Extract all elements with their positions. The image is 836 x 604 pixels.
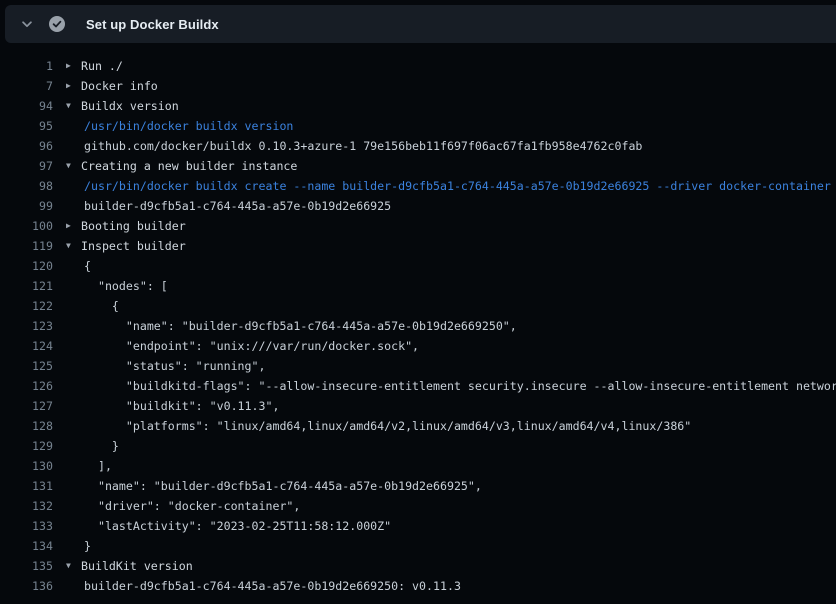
triangle-collapsed-icon[interactable]: ▶ — [66, 56, 71, 76]
log-group-toggle[interactable]: ▶Booting builder — [53, 216, 186, 236]
line-number[interactable]: 100 — [0, 216, 53, 236]
line-number[interactable]: 96 — [0, 136, 53, 156]
log-output-line: "buildkitd-flags": "--allow-insecure-ent… — [53, 376, 836, 396]
line-number[interactable]: 94 — [0, 96, 53, 116]
log-output-line: { — [53, 296, 119, 316]
log-row: 127 "buildkit": "v0.11.3", — [0, 396, 836, 416]
log-row: 124 "endpoint": "unix:///var/run/docker.… — [0, 336, 836, 356]
step-title: Set up Docker Buildx — [86, 17, 219, 32]
line-number[interactable]: 121 — [0, 276, 53, 296]
log-output-line: builder-d9cfb5a1-c764-445a-a57e-0b19d2e6… — [53, 576, 461, 596]
line-number[interactable]: 98 — [0, 176, 53, 196]
triangle-expanded-icon[interactable]: ▼ — [66, 96, 71, 116]
line-number[interactable]: 135 — [0, 556, 53, 576]
log-output-line: "driver": "docker-container", — [53, 496, 300, 516]
log-row: 129 } — [0, 436, 836, 456]
step-header[interactable]: Set up Docker Buildx — [5, 5, 836, 43]
log-row: 134} — [0, 536, 836, 556]
actions-log-viewer: Set up Docker Buildx 1▶Run ./7▶Docker in… — [0, 0, 836, 604]
log-group-toggle[interactable]: ▶Docker info — [53, 76, 158, 96]
triangle-expanded-icon[interactable]: ▼ — [66, 236, 71, 256]
line-number[interactable]: 127 — [0, 396, 53, 416]
log-output-line: "endpoint": "unix:///var/run/docker.sock… — [53, 336, 419, 356]
log-row: 131 "name": "builder-d9cfb5a1-c764-445a-… — [0, 476, 836, 496]
log-group-toggle[interactable]: ▼BuildKit version — [53, 556, 193, 576]
log-output-line: "name": "builder-d9cfb5a1-c764-445a-a57e… — [53, 476, 482, 496]
log-row: 120{ — [0, 256, 836, 276]
log-row: 119▼Inspect builder — [0, 236, 836, 256]
line-number[interactable]: 124 — [0, 336, 53, 356]
line-number[interactable]: 122 — [0, 296, 53, 316]
log-row: 7▶Docker info — [0, 76, 836, 96]
line-number[interactable]: 131 — [0, 476, 53, 496]
log-group-toggle[interactable]: ▼Creating a new builder instance — [53, 156, 297, 176]
log-row: 133 "lastActivity": "2023-02-25T11:58:12… — [0, 516, 836, 536]
triangle-collapsed-icon[interactable]: ▶ — [66, 216, 71, 236]
log-row: 95/usr/bin/docker buildx version — [0, 116, 836, 136]
line-number[interactable]: 119 — [0, 236, 53, 256]
log-row: 1▶Run ./ — [0, 56, 836, 76]
line-number[interactable]: 133 — [0, 516, 53, 536]
line-number[interactable]: 123 — [0, 316, 53, 336]
log-output-line: } — [53, 436, 119, 456]
log-row: 121 "nodes": [ — [0, 276, 836, 296]
line-number[interactable]: 1 — [0, 56, 53, 76]
log-output-line: "status": "running", — [53, 356, 265, 376]
log-row: 96github.com/docker/buildx 0.10.3+azure-… — [0, 136, 836, 156]
log-group-toggle[interactable]: ▼Inspect builder — [53, 236, 186, 256]
log-row: 99builder-d9cfb5a1-c764-445a-a57e-0b19d2… — [0, 196, 836, 216]
line-number[interactable]: 95 — [0, 116, 53, 136]
log-command-line: /usr/bin/docker buildx create --name bui… — [53, 176, 831, 196]
triangle-expanded-icon[interactable]: ▼ — [66, 556, 71, 576]
line-number[interactable]: 136 — [0, 576, 53, 596]
log-output-line: builder-d9cfb5a1-c764-445a-a57e-0b19d2e6… — [53, 196, 391, 216]
line-number[interactable]: 7 — [0, 76, 53, 96]
log-row: 94▼Buildx version — [0, 96, 836, 116]
triangle-collapsed-icon[interactable]: ▶ — [66, 76, 71, 96]
log-group-toggle[interactable]: ▶Run ./ — [53, 56, 123, 76]
log-row: 97▼Creating a new builder instance — [0, 156, 836, 176]
log-row: 128 "platforms": "linux/amd64,linux/amd6… — [0, 416, 836, 436]
log-output-line: "lastActivity": "2023-02-25T11:58:12.000… — [53, 516, 391, 536]
log-row: 126 "buildkitd-flags": "--allow-insecure… — [0, 376, 836, 396]
line-number[interactable]: 128 — [0, 416, 53, 436]
line-number[interactable]: 130 — [0, 456, 53, 476]
log-output-line: { — [53, 256, 91, 276]
line-number[interactable]: 97 — [0, 156, 53, 176]
chevron-down-icon[interactable] — [20, 17, 34, 31]
line-number[interactable]: 126 — [0, 376, 53, 396]
log-output-line: "buildkit": "v0.11.3", — [53, 396, 279, 416]
line-number[interactable]: 132 — [0, 496, 53, 516]
log-output-line: github.com/docker/buildx 0.10.3+azure-1 … — [53, 136, 642, 156]
log-row: 130 ], — [0, 456, 836, 476]
log-row: 122 { — [0, 296, 836, 316]
log-group-toggle[interactable]: ▼Buildx version — [53, 96, 179, 116]
check-circle-icon — [49, 16, 65, 32]
line-number[interactable]: 120 — [0, 256, 53, 276]
log-output-line: } — [53, 536, 91, 556]
log-row: 135▼BuildKit version — [0, 556, 836, 576]
log-row: 100▶Booting builder — [0, 216, 836, 236]
log-row: 125 "status": "running", — [0, 356, 836, 376]
log-area: 1▶Run ./7▶Docker info94▼Buildx version95… — [0, 43, 836, 596]
line-number[interactable]: 125 — [0, 356, 53, 376]
log-row: 123 "name": "builder-d9cfb5a1-c764-445a-… — [0, 316, 836, 336]
log-output-line: "platforms": "linux/amd64,linux/amd64/v2… — [53, 416, 691, 436]
line-number[interactable]: 129 — [0, 436, 53, 456]
log-rows: 1▶Run ./7▶Docker info94▼Buildx version95… — [0, 56, 836, 596]
line-number[interactable]: 134 — [0, 536, 53, 556]
log-row: 132 "driver": "docker-container", — [0, 496, 836, 516]
log-row: 98/usr/bin/docker buildx create --name b… — [0, 176, 836, 196]
triangle-expanded-icon[interactable]: ▼ — [66, 156, 71, 176]
log-output-line: "nodes": [ — [53, 276, 168, 296]
log-row: 136builder-d9cfb5a1-c764-445a-a57e-0b19d… — [0, 576, 836, 596]
line-number[interactable]: 99 — [0, 196, 53, 216]
log-command-line: /usr/bin/docker buildx version — [53, 116, 293, 136]
log-output-line: "name": "builder-d9cfb5a1-c764-445a-a57e… — [53, 316, 517, 336]
log-output-line: ], — [53, 456, 112, 476]
